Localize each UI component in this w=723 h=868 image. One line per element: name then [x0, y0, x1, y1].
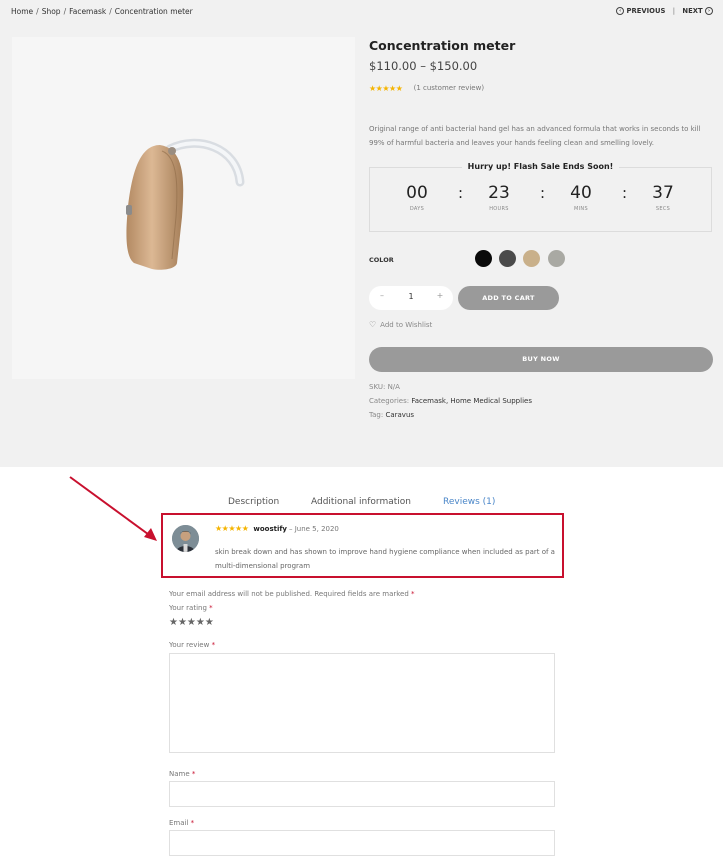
previous-link[interactable]: PREVIOUS	[627, 7, 666, 15]
next-link[interactable]: NEXT	[682, 7, 702, 15]
email-input[interactable]	[169, 830, 555, 856]
tab-additional-information[interactable]: Additional information	[311, 497, 411, 507]
name-input[interactable]	[169, 781, 555, 807]
color-swatch-dark-gray[interactable]	[499, 250, 516, 267]
product-summary-section: Home / Shop / Facemask / Concentration meter ‹…	[0, 0, 723, 467]
countdown-secs: 37 SECS	[638, 183, 688, 212]
review-meta: ★★★★★ woostify – June 5, 2020	[215, 524, 339, 533]
product-image[interactable]	[12, 37, 355, 379]
required-mark: *	[190, 819, 195, 827]
breadcrumb-home[interactable]: Home	[11, 7, 33, 16]
countdown-hours: 23 HOURS	[474, 183, 524, 212]
sku-value: N/A	[387, 383, 400, 391]
product-description: Original range of anti bacterial hand ge…	[369, 125, 701, 147]
product-sku: SKU: N/A	[369, 383, 400, 391]
countdown-colon: :	[540, 184, 546, 202]
review-text: skin break down and has shown to improve…	[215, 548, 555, 570]
categories-links[interactable]: Facemask, Home Medical Supplies	[411, 397, 532, 405]
review-label: Your review *	[169, 641, 215, 649]
name-label-text: Name	[169, 770, 190, 778]
countdown-value: 37	[652, 183, 674, 203]
countdown-value: 00	[406, 183, 428, 203]
breadcrumb-separator: /	[36, 7, 39, 16]
quantity-input[interactable]: 1	[403, 292, 419, 301]
required-mark: *	[209, 604, 213, 612]
categories-label: Categories:	[369, 397, 410, 405]
breadcrumb-facemask[interactable]: Facemask	[69, 7, 106, 16]
form-note-text: Your email address will not be published…	[169, 590, 409, 598]
color-swatch-black[interactable]	[475, 250, 492, 267]
wishlist-label: Add to Wishlist	[380, 321, 433, 329]
countdown-timer: 00 DAYS : 23 HOURS : 40 MINS : 37 SECS	[369, 167, 712, 232]
countdown-value: 40	[570, 183, 592, 203]
flash-sale-title: Hurry up! Flash Sale Ends Soon!	[369, 162, 712, 171]
rating-input-stars[interactable]: ★★★★★	[169, 617, 214, 628]
product-navigation: ‹ PREVIOUS | NEXT ›	[616, 7, 713, 15]
countdown-days: 00 DAYS	[392, 183, 442, 212]
quantity-increase-button[interactable]: +	[435, 291, 445, 300]
countdown-colon: :	[622, 184, 628, 202]
required-mark: *	[211, 641, 216, 649]
breadcrumb-current: Concentration meter	[114, 7, 193, 16]
countdown-label: MINS	[574, 206, 588, 212]
color-swatch-beige[interactable]	[523, 250, 540, 267]
countdown-label: SECS	[655, 206, 671, 212]
tab-reviews[interactable]: Reviews (1)	[443, 497, 495, 507]
rating-label-text: Your rating	[169, 604, 207, 612]
countdown-colon: :	[458, 184, 464, 202]
review-item: ★★★★★ woostify – June 5, 2020 skin break d…	[161, 513, 564, 578]
product-price: $110.00 – $150.00	[369, 59, 478, 73]
quantity-decrease-button[interactable]: –	[377, 291, 387, 300]
product-categories: Categories: Facemask, Home Medical Suppl…	[369, 397, 532, 405]
flash-sale-title-text: Hurry up! Flash Sale Ends Soon!	[461, 162, 620, 171]
rating-stars-icon: ★★★★★	[369, 84, 403, 93]
name-label: Name *	[169, 770, 195, 778]
review-date: – June 5, 2020	[288, 525, 339, 533]
form-note: Your email address will not be published…	[169, 590, 415, 598]
user-avatar-icon	[172, 525, 199, 552]
countdown-mins: 40 MINS	[556, 183, 606, 212]
email-label-text: Email	[169, 819, 189, 827]
heart-icon: ♡	[369, 320, 377, 329]
rating-label: Your rating *	[169, 604, 213, 612]
add-to-wishlist-link[interactable]: ♡ Add to Wishlist	[369, 320, 432, 329]
breadcrumb-separator: /	[109, 7, 112, 16]
color-swatch-gray[interactable]	[548, 250, 565, 267]
color-label: COLOR	[369, 256, 394, 264]
quantity-stepper: – 1 +	[369, 286, 453, 310]
countdown-value: 23	[488, 183, 510, 203]
tab-description[interactable]: Description	[228, 497, 279, 507]
breadcrumb-shop[interactable]: Shop	[42, 7, 61, 16]
tag-label: Tag:	[369, 411, 384, 419]
avatar	[172, 525, 199, 552]
tag-link[interactable]: Caravus	[385, 411, 414, 419]
required-mark: *	[411, 590, 415, 598]
annotation-arrow-icon	[69, 476, 157, 541]
review-textarea[interactable]	[169, 653, 555, 753]
product-rating: ★★★★★ (1 customer review)	[369, 84, 484, 93]
review-count-link[interactable]: (1 customer review)	[414, 84, 484, 92]
email-label: Email *	[169, 819, 194, 827]
chevron-right-icon[interactable]: ›	[705, 7, 713, 15]
review-author: woostify	[253, 525, 287, 533]
review-stars-icon: ★★★★★	[215, 524, 249, 533]
buy-now-button[interactable]: BUY NOW	[369, 347, 713, 372]
product-tag: Tag: Caravus	[369, 411, 414, 419]
breadcrumb-separator: /	[63, 7, 67, 16]
sku-label: SKU:	[369, 383, 386, 391]
product-title: Concentration meter	[369, 38, 516, 53]
review-label-text: Your review	[169, 641, 210, 649]
nav-divider: |	[672, 7, 676, 15]
chevron-left-icon[interactable]: ‹	[616, 7, 625, 15]
countdown-label: HOURS	[489, 206, 509, 212]
countdown-label: DAYS	[409, 206, 425, 212]
hearing-aid-icon	[126, 138, 245, 270]
required-mark: *	[191, 770, 196, 778]
breadcrumb: Home / Shop / Facemask / Concentration meter	[11, 7, 193, 16]
add-to-cart-button[interactable]: ADD TO CART	[458, 286, 559, 310]
